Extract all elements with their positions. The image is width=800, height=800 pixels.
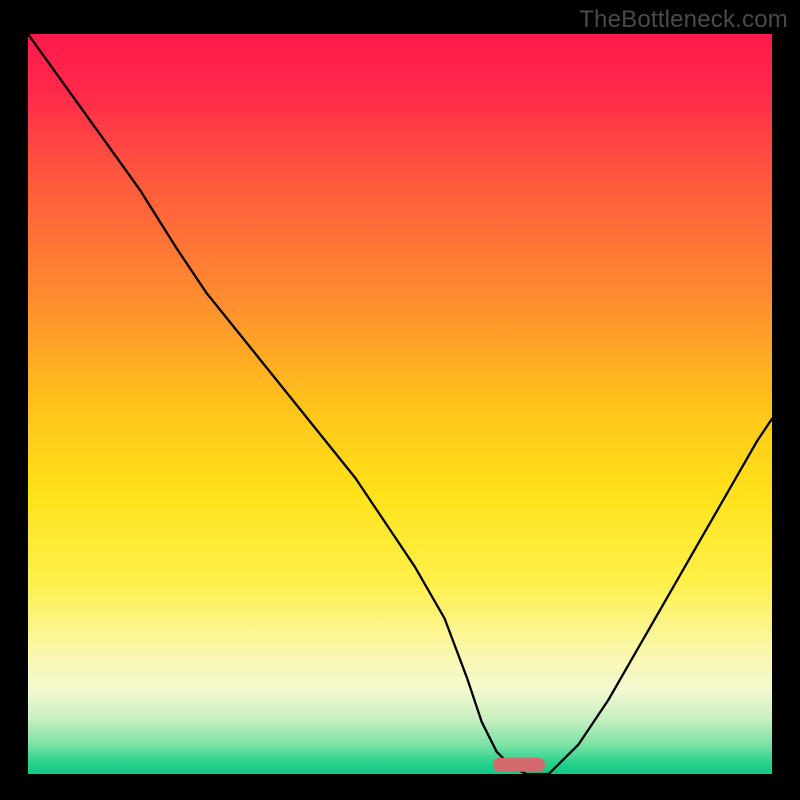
trough-marker	[493, 758, 545, 772]
plot-svg	[28, 34, 772, 774]
chart-frame: TheBottleneck.com	[0, 0, 800, 800]
watermark-text: TheBottleneck.com	[579, 6, 788, 34]
gradient-background	[28, 34, 772, 774]
plot-area	[28, 34, 772, 774]
